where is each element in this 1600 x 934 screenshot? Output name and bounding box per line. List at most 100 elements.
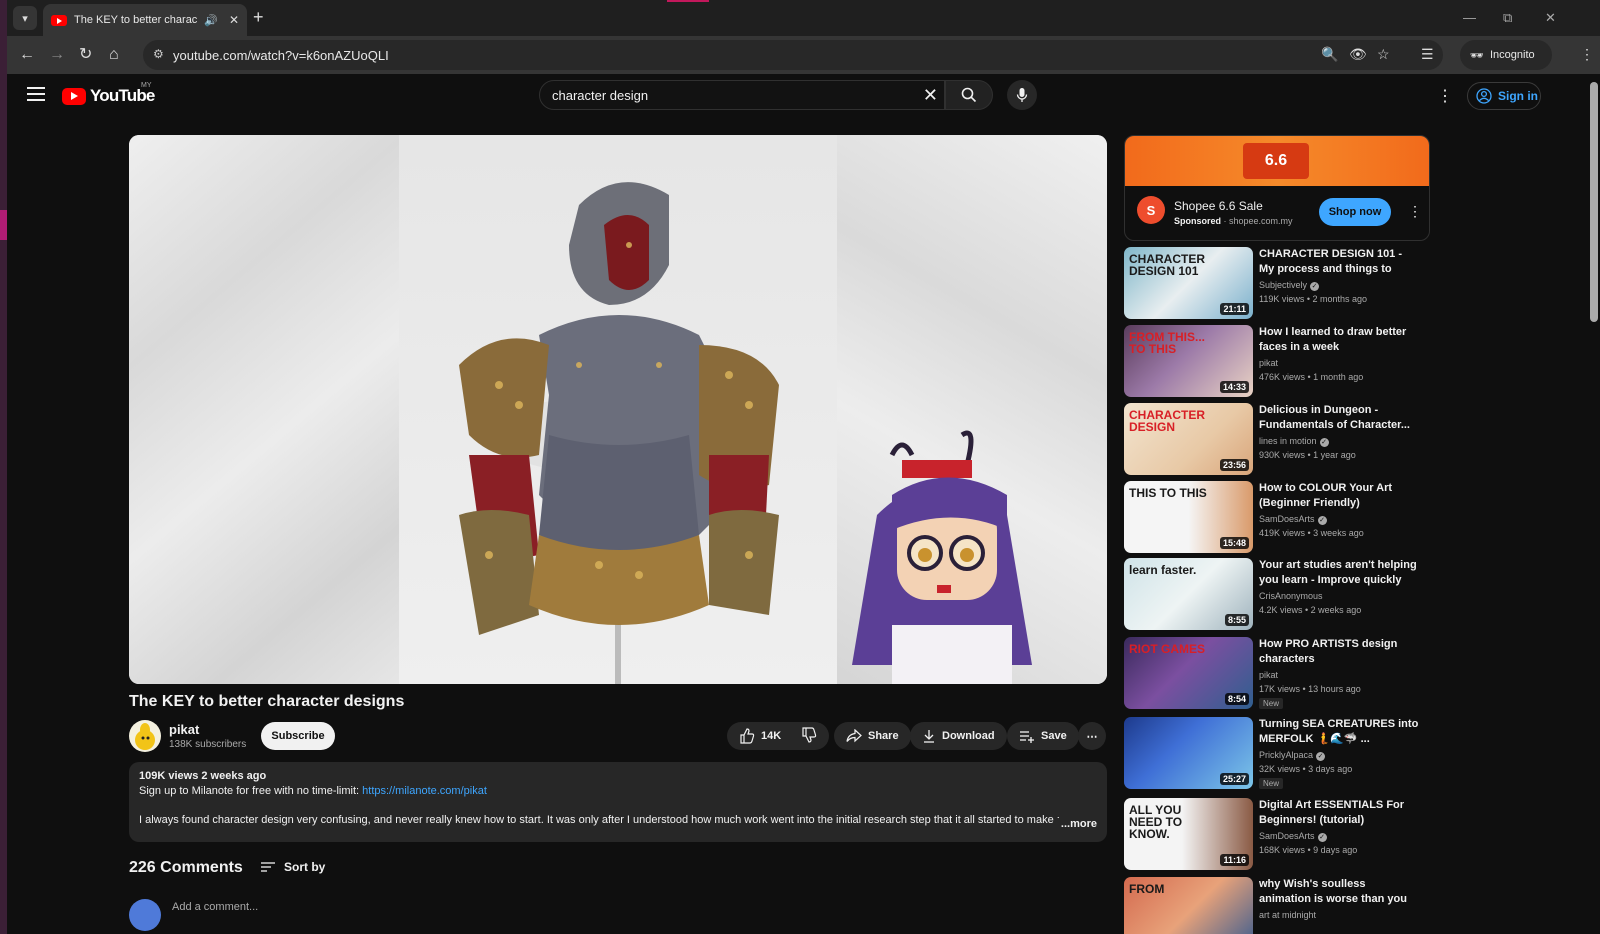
channel-name[interactable]: pikat <box>169 722 199 737</box>
clear-search-icon[interactable]: ✕ <box>923 84 938 106</box>
related-video-channel[interactable]: SamDoesArts ✓ <box>1259 831 1327 842</box>
related-video-thumbnail[interactable]: CHARACTER DESIGN 101 21:11 <box>1124 247 1253 319</box>
related-video-title[interactable]: How I learned to draw better faces in a … <box>1259 325 1419 355</box>
related-video-thumbnail[interactable]: learn faster. 8:55 <box>1124 558 1253 630</box>
related-video-title[interactable]: Delicious in Dungeon - Fundamentals of C… <box>1259 403 1419 433</box>
restore-icon[interactable]: ⧉ <box>1503 10 1512 26</box>
verified-check-icon: ✓ <box>1319 438 1329 447</box>
youtube-logo[interactable]: YouTube MY <box>62 82 155 106</box>
add-comment-input[interactable]: Add a comment... <box>172 901 258 913</box>
site-settings-icon[interactable]: ⚙ <box>153 47 164 61</box>
audio-playing-icon[interactable]: 🔊 <box>204 14 218 27</box>
related-video-item[interactable]: FROM why Wish's soulless animation is wor… <box>1124 877 1424 934</box>
sign-in-button[interactable]: Sign in <box>1467 82 1541 110</box>
video-duration: 14:33 <box>1219 381 1249 393</box>
related-video-item[interactable]: 25:27 Turning SEA CREATURES into MERFOLK … <box>1124 717 1424 791</box>
description-more-button[interactable]: ...more <box>1056 818 1097 830</box>
milanote-link[interactable]: https://milanote.com/pikat <box>362 785 487 797</box>
related-video-title[interactable]: How PRO ARTISTS design characters <box>1259 637 1419 667</box>
bookmark-star-icon[interactable]: ☆ <box>1377 46 1390 63</box>
related-video-thumbnail[interactable]: ALL YOU NEED TO KNOW. 11:16 <box>1124 798 1253 870</box>
incognito-profile[interactable]: 🕶 Incognito <box>1460 40 1552 70</box>
video-duration: 15:48 <box>1219 537 1249 549</box>
related-video-item[interactable]: ALL YOU NEED TO KNOW. 11:16 Digital Art ES… <box>1124 798 1424 872</box>
related-video-title[interactable]: why Wish's soulless animation is worse t… <box>1259 877 1419 907</box>
related-video-title[interactable]: Your art studies aren't helping you lear… <box>1259 558 1419 588</box>
related-video-thumbnail[interactable]: FROM THIS... TO THIS 14:33 <box>1124 325 1253 397</box>
related-video-channel[interactable]: SamDoesArts ✓ <box>1259 514 1327 525</box>
related-video-thumbnail[interactable]: 25:27 <box>1124 717 1253 789</box>
tab-search-button[interactable]: ▾ <box>13 6 37 30</box>
back-icon[interactable]: ← <box>19 45 35 65</box>
search-button[interactable] <box>945 80 993 110</box>
tab-close-icon[interactable]: ✕ <box>229 13 239 27</box>
related-video-item[interactable]: RIOT GAMES 8:54 How PRO ARTISTS design cha… <box>1124 637 1424 711</box>
related-video-channel[interactable]: Subjectively ✓ <box>1259 280 1320 291</box>
related-video-thumbnail[interactable]: RIOT GAMES 8:54 <box>1124 637 1253 709</box>
related-video-title[interactable]: CHARACTER DESIGN 101 - My process and th… <box>1259 247 1419 277</box>
like-button[interactable]: 14K <box>739 728 781 744</box>
reload-icon[interactable]: ↻ <box>79 45 92 65</box>
search-input[interactable] <box>552 86 912 104</box>
related-video-channel[interactable]: PricklyAlpaca ✓ <box>1259 750 1326 761</box>
more-actions-button[interactable]: ⋯ <box>1078 722 1106 750</box>
subscribe-button[interactable]: Subscribe <box>261 722 335 750</box>
sign-in-label: Sign in <box>1498 89 1538 103</box>
download-button[interactable]: Download <box>910 722 1007 750</box>
related-video-item[interactable]: FROM THIS... TO THIS 14:33 How I learned t… <box>1124 325 1424 399</box>
search-box[interactable]: ✕ <box>539 80 945 110</box>
related-video-channel[interactable]: lines in motion ✓ <box>1259 436 1329 447</box>
related-video-thumbnail[interactable]: CHARACTER DESIGN 23:56 <box>1124 403 1253 475</box>
new-tab-button[interactable]: + <box>253 8 264 26</box>
related-video-thumbnail[interactable]: FROM <box>1124 877 1253 934</box>
ad-banner-image[interactable]: 6.6 <box>1125 136 1429 186</box>
browser-menu-icon[interactable]: ⋮ <box>1580 46 1594 63</box>
window-close-icon[interactable]: ✕ <box>1545 10 1556 26</box>
media-controls-icon[interactable]: ☰ <box>1421 46 1434 63</box>
sponsored-ad-card[interactable]: 6.6 S Shopee 6.6 Sale Sponsored · shopee… <box>1124 135 1430 241</box>
sort-comments-button[interactable]: Sort by <box>260 860 325 874</box>
guide-menu-icon[interactable] <box>27 87 45 105</box>
address-bar[interactable]: ⚙ youtube.com/watch?v=k6onAZUoQLI 🔍 👁 ☆ … <box>143 40 1443 70</box>
verified-check-icon: ✓ <box>1316 752 1326 761</box>
related-video-thumbnail[interactable]: THIS TO THIS 15:48 <box>1124 481 1253 553</box>
address-url[interactable]: youtube.com/watch?v=k6onAZUoQLI <box>173 48 389 63</box>
settings-kebab-icon[interactable]: ⋮ <box>1437 86 1453 106</box>
video-duration: 11:16 <box>1220 854 1249 866</box>
forward-icon[interactable]: → <box>49 45 65 65</box>
video-player[interactable] <box>129 135 1107 684</box>
minimize-icon[interactable]: — <box>1463 10 1476 25</box>
channel-avatar[interactable] <box>129 720 161 752</box>
related-video-channel[interactable]: CrisAnonymous <box>1259 591 1323 601</box>
zoom-icon[interactable]: 🔍 <box>1321 46 1338 63</box>
related-video-item[interactable]: CHARACTER DESIGN 23:56 Delicious in Dungeo… <box>1124 403 1424 477</box>
related-video-item[interactable]: THIS TO THIS 15:48 How to COLOUR Your Art … <box>1124 481 1424 555</box>
related-video-item[interactable]: learn faster. 8:55 Your art studies aren't… <box>1124 558 1424 632</box>
related-video-channel[interactable]: art at midnight <box>1259 910 1316 920</box>
page-scrollbar[interactable] <box>1588 74 1600 934</box>
related-video-meta: 168K views • 9 days ago <box>1259 845 1358 855</box>
save-button[interactable]: Save <box>1007 722 1079 750</box>
related-video-title[interactable]: Digital Art ESSENTIALS For Beginners! (t… <box>1259 798 1419 828</box>
share-button[interactable]: Share <box>834 722 911 750</box>
related-video-title[interactable]: How to COLOUR Your Art (Beginner Friendl… <box>1259 481 1419 511</box>
video-description[interactable]: 109K views 2 weeks ago Sign up to Milano… <box>129 762 1107 842</box>
channel-name-text: PricklyAlpaca <box>1259 750 1314 760</box>
related-video-channel[interactable]: pikat <box>1259 670 1278 680</box>
pixel-character-illustration <box>852 430 1032 684</box>
ad-title[interactable]: Shopee 6.6 Sale <box>1174 199 1263 213</box>
browser-tab-active[interactable]: The KEY to better character designs - Yo… <box>43 4 247 36</box>
dislike-button[interactable] <box>801 726 817 746</box>
related-video-meta: 4.2K views • 2 weeks ago <box>1259 605 1362 615</box>
related-video-item[interactable]: CHARACTER DESIGN 101 21:11 CHARACTER DESIG… <box>1124 247 1424 321</box>
home-icon[interactable]: ⌂ <box>109 45 119 65</box>
save-label: Save <box>1041 730 1067 742</box>
tracking-protection-icon[interactable]: 👁 <box>1349 46 1367 63</box>
related-video-channel[interactable]: pikat <box>1259 358 1278 368</box>
scrollbar-thumb[interactable] <box>1590 82 1598 322</box>
ad-menu-icon[interactable]: ⋮ <box>1408 203 1422 220</box>
more-horizontal-icon: ⋯ <box>1086 730 1098 743</box>
shop-now-button[interactable]: Shop now <box>1319 198 1391 226</box>
related-video-title[interactable]: Turning SEA CREATURES into MERFOLK 🧜🌊🦈 .… <box>1259 717 1419 747</box>
voice-search-button[interactable] <box>1007 80 1037 110</box>
